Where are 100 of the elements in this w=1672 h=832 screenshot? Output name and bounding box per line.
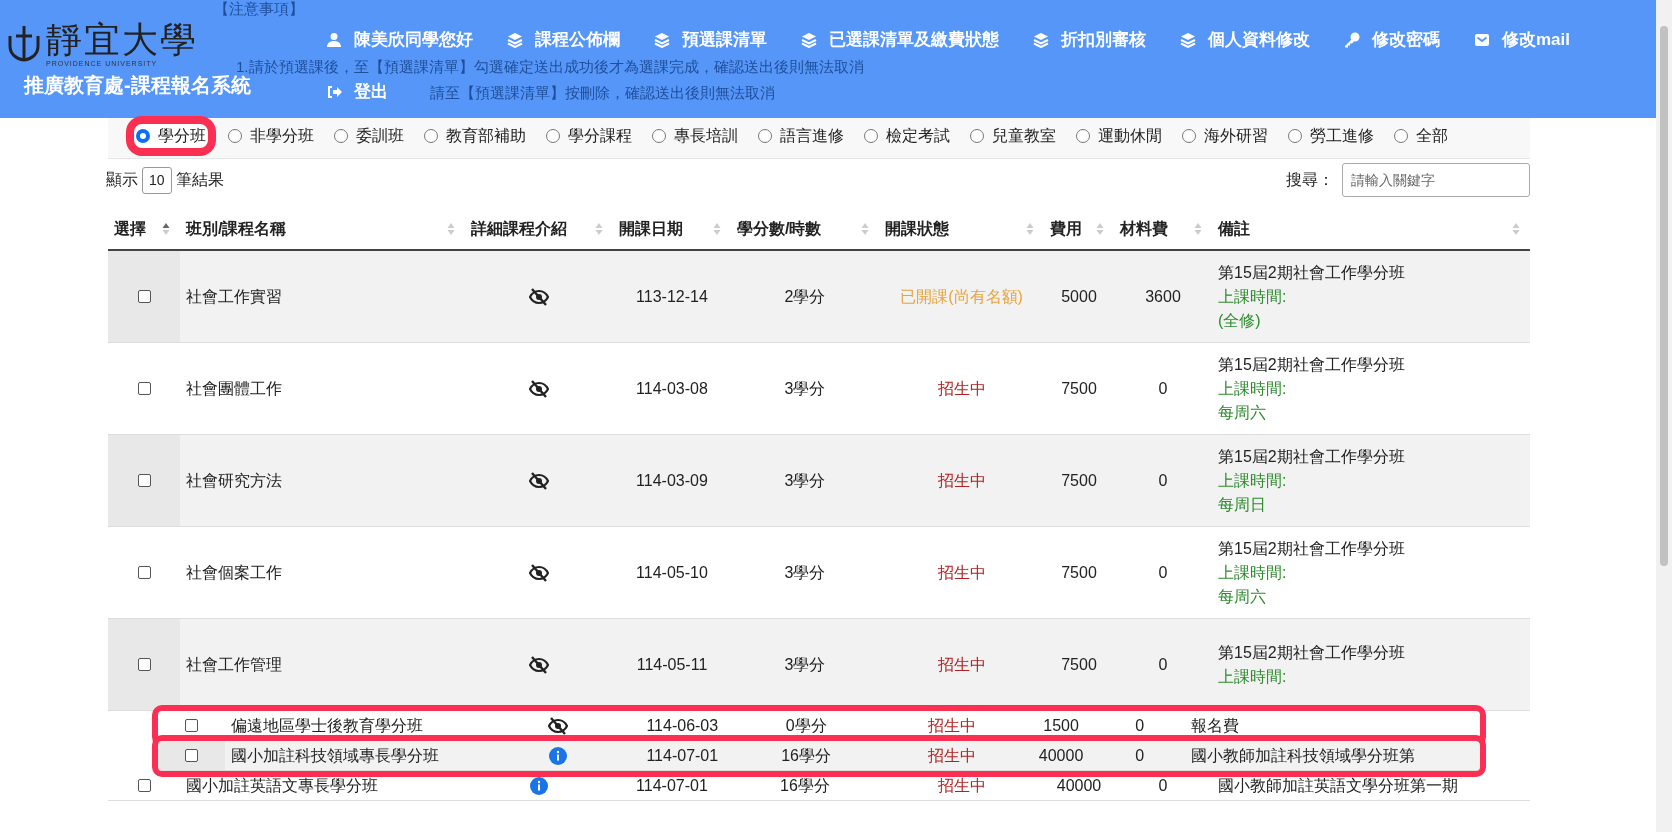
length-label: 筆結果 [175,170,224,190]
category-radio[interactable]: 語言進修 [758,124,844,148]
eye-slash-icon[interactable] [529,563,549,582]
material-fee: 0 [1158,775,1168,796]
category-radio[interactable]: 海外研習 [1182,124,1268,148]
column-header[interactable]: 開課狀態 [879,217,1044,241]
course-name: 社會工作管理 [186,654,282,675]
notice-text: 請至【預選課清單】按刪除，確認送出後則無法取消 [430,84,775,102]
credits: 16學分 [780,775,830,796]
layers-icon [801,32,817,48]
row-checkbox[interactable] [185,719,199,732]
university-logo-icon [6,24,42,62]
fee: 5000 [1061,286,1097,307]
material-fee: 0 [1158,470,1168,491]
sort-icon [1026,222,1034,236]
row-checkbox[interactable] [137,566,151,579]
eye-slash-icon[interactable] [529,471,549,490]
sort-icon [447,222,455,236]
row-checkbox[interactable] [137,474,151,487]
remark-text: 國小教師加註英語文學分班第一期 [1218,775,1458,796]
column-header[interactable]: 詳細課程介紹 [465,217,613,241]
course-name: 社會個案工作 [186,562,282,583]
start-date: 114-05-11 [636,654,708,675]
status-text: 招生中 [937,775,986,796]
status-text: 招生中 [937,654,986,675]
category-radio[interactable]: 委訓班 [334,124,404,148]
remark-text: 第15屆2期社會工作學分班 [1218,538,1405,559]
sort-icon [1096,222,1104,236]
user-icon [326,32,342,48]
category-radio[interactable]: 運動休閒 [1076,124,1162,148]
fee: 40000 [1056,775,1102,796]
info-icon[interactable] [530,776,548,795]
category-radio[interactable]: 非學分班 [228,124,314,148]
material-fee: 0 [1135,715,1145,736]
status-text: 招生中 [927,715,976,736]
row-checkbox[interactable] [137,779,151,792]
start-date: 114-07-01 [646,745,719,766]
credits: 3學分 [784,654,826,675]
eye-slash-icon[interactable] [529,287,549,306]
remark-text: 每周六 [1218,402,1267,423]
status-text: 招生中 [927,745,976,766]
remark-text: (全修) [1218,310,1262,331]
status-text: 招生中 [937,562,986,583]
start-date: 114-07-01 [636,775,708,796]
row-checkbox[interactable] [137,382,151,395]
sort-icon [713,222,721,236]
remark-text: 第15屆2期社會工作學分班 [1218,642,1405,663]
category-radio[interactable]: 學分課程 [546,124,632,148]
column-header[interactable]: 學分數/時數 [731,217,879,241]
category-radio[interactable]: 兒童教室 [970,124,1056,148]
layers-icon [1180,32,1196,48]
start-date: 114-03-09 [636,470,708,491]
eye-slash-icon[interactable] [529,655,549,674]
material-fee: 3600 [1145,286,1181,307]
start-date: 114-06-03 [646,715,719,736]
start-date: 114-05-10 [636,562,708,583]
status-text: 招生中 [937,470,986,491]
row-checkbox[interactable] [185,749,199,762]
credits: 3學分 [784,378,826,399]
column-header[interactable]: 開課日期 [613,217,731,241]
course-name: 社會團體工作 [186,378,282,399]
notice-text: 1.請於預選課後，至【預選課清單】勾選確定送出成功後才為選課完成，確認送出後則無法取消 [236,58,864,75]
fee: 7500 [1061,654,1097,675]
column-header[interactable]: 備註 [1212,217,1530,241]
course-name: 國小加註科技領域專長學分班 [231,745,440,766]
search-field[interactable]: 請輸入關鍵字 [1342,163,1530,197]
column-header[interactable]: 班別/課程名稱 [180,217,465,241]
category-radio[interactable]: 勞工進修 [1288,124,1374,148]
column-header[interactable]: 費用 [1044,217,1114,241]
eye-slash-icon[interactable] [548,716,569,735]
remark-text: 上課時間: [1218,562,1288,583]
remark-text: 第15屆2期社會工作學分班 [1218,262,1405,283]
fee: 7500 [1061,470,1097,491]
remark-text: 國小教師加註科技領域學分班第 [1191,745,1416,766]
category-radio[interactable]: 專長培訓 [652,124,738,148]
remark-text: 上課時間: [1218,470,1288,491]
column-header[interactable]: 材料費 [1114,217,1212,241]
sort-icon [162,222,170,236]
row-checkbox[interactable] [137,658,151,671]
credits: 3學分 [784,470,826,491]
category-radio[interactable]: 檢定考試 [864,124,950,148]
column-header[interactable]: 選擇 [108,217,180,241]
remark-text: 第15屆2期社會工作學分班 [1218,446,1405,467]
university-name: 靜宜大學 [46,20,198,60]
category-radio[interactable]: 教育部補助 [424,124,526,148]
remark-text: 報名費 [1191,715,1240,736]
category-radio[interactable]: 全部 [1394,124,1448,148]
row-checkbox[interactable] [137,290,151,303]
info-icon[interactable] [549,746,568,765]
eye-slash-icon[interactable] [529,379,549,398]
fee: 7500 [1061,378,1097,399]
logout-icon [326,84,342,100]
sort-icon [595,222,603,236]
sort-icon [1194,222,1202,236]
remark-text: 上課時間: [1218,666,1288,687]
page-length-select[interactable]: 10 [142,166,172,194]
search-label: 搜尋： [1286,170,1334,190]
course-name: 社會研究方法 [186,470,282,491]
remark-text: 上課時間: [1218,286,1288,307]
start-date: 113-12-14 [636,286,708,307]
